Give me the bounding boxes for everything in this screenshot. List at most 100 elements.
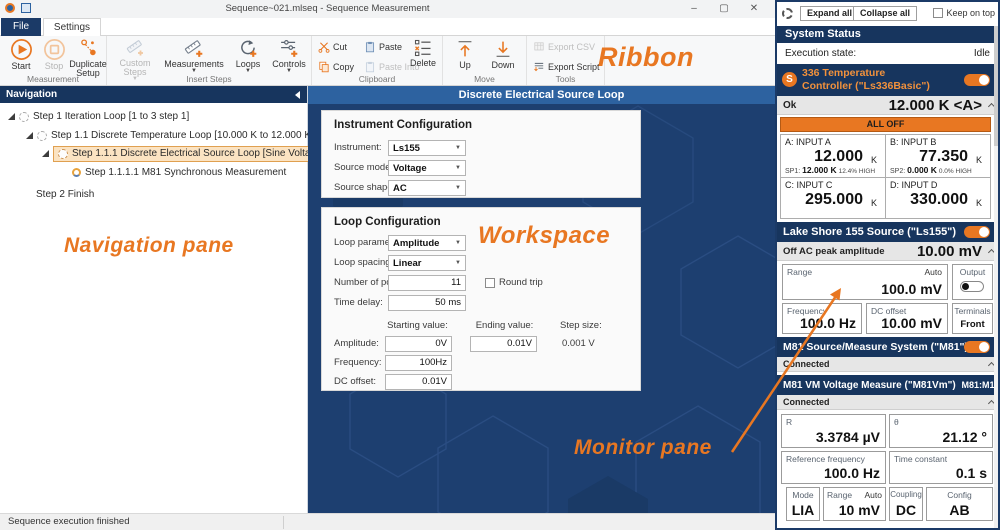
measurements-button[interactable]: Measurements ▼: [165, 38, 223, 74]
frequency-start-input[interactable]: 100Hz: [385, 355, 452, 371]
ribbon-group-move: Up Down Move: [443, 36, 527, 85]
stop-button[interactable]: Stop: [40, 38, 68, 71]
ls336-toggle[interactable]: [964, 74, 990, 86]
tree-item-step1[interactable]: Step 1 Iteration Loop [1 to 3 step 1]: [8, 109, 189, 124]
m81vm-section-header[interactable]: M81 VM Voltage Measure ("M81Vm") M81:M1: [777, 375, 998, 395]
amplitude-start-input[interactable]: 0V: [385, 336, 452, 352]
status-separator: [283, 516, 284, 529]
up-button[interactable]: Up: [451, 38, 479, 70]
ls336-section-header[interactable]: S 336 Temperature Controller ("Ls336Basi…: [777, 64, 998, 96]
group-label-insert-steps: Insert Steps: [107, 74, 311, 84]
ribbon-group-insert-steps: Custom Steps ▼ Measurements ▼ Loops ▼ Co…: [107, 36, 312, 85]
expander-icon[interactable]: [42, 150, 49, 157]
loop-step-icon: [58, 149, 68, 159]
measurements-icon: [183, 38, 205, 59]
source-mode-dropdown[interactable]: Voltage▼: [388, 160, 466, 176]
instrument-label: Instrument:: [334, 140, 382, 155]
gear-icon[interactable]: [782, 8, 793, 19]
annotation-workspace: Workspace: [478, 222, 610, 250]
step-size-header: Step size:: [560, 320, 620, 331]
monitor-pane: Expand all Collapse all Keep on top Syst…: [775, 0, 1000, 530]
m81-status-bar[interactable]: Connected: [777, 357, 998, 372]
annotation-navigation-pane: Navigation pane: [64, 234, 234, 258]
output-toggle[interactable]: [960, 281, 984, 292]
copy-icon: [318, 61, 330, 73]
tree-item-step1-1-1-1[interactable]: Step 1.1.1.1 M81 Synchronous Measurement: [72, 165, 286, 180]
controls-icon: [278, 38, 300, 59]
keep-on-top-checkbox[interactable]: [933, 8, 943, 18]
annotation-ribbon: Ribbon: [598, 42, 694, 73]
close-button[interactable]: ✕: [741, 0, 767, 18]
execution-state-value: Idle: [974, 48, 990, 59]
amplitude-end-input[interactable]: 0.01V: [470, 336, 537, 352]
expander-icon[interactable]: [26, 132, 33, 139]
start-icon: [10, 38, 33, 61]
ls155-status: Off AC peak amplitude: [783, 246, 885, 257]
instrument-dropdown[interactable]: Ls155▼: [388, 140, 466, 156]
controls-button[interactable]: Controls ▼: [269, 38, 309, 74]
scrollbar-thumb[interactable]: [994, 26, 998, 146]
ls155-reading: 10.00 mV: [917, 243, 982, 260]
title-bar: Sequence~021.mlseq - Sequence Measuremen…: [0, 0, 775, 18]
collapse-pane-icon[interactable]: [295, 91, 300, 99]
ls336-reading: 12.000 K <A>: [889, 97, 982, 114]
dc-offset-start-input[interactable]: 0.01V: [385, 374, 452, 390]
frequency-label: Frequency:: [334, 355, 382, 370]
round-trip-field: Round trip: [485, 275, 543, 290]
chevron-down-icon: ▼: [455, 240, 461, 246]
ls155-toggle[interactable]: [964, 226, 990, 238]
m81-section-header[interactable]: M81 Source/Measure System ("M81"): [777, 337, 998, 357]
ls336-status-bar[interactable]: Ok 12.000 K <A>: [777, 96, 998, 115]
up-icon: [454, 38, 476, 60]
paste-button[interactable]: Paste: [364, 40, 402, 54]
monitor-scrollbar[interactable]: [994, 26, 998, 528]
expand-all-button[interactable]: Expand all: [800, 6, 859, 21]
ribbon-group-clipboard: Cut Copy Paste Paste Into Delete Clipboa…: [312, 36, 443, 85]
export-script-button[interactable]: Export Script: [533, 60, 600, 74]
copy-button[interactable]: Copy: [318, 60, 354, 74]
status-bar: Sequence execution finished: [0, 513, 775, 530]
start-button[interactable]: Start: [6, 38, 36, 71]
ribbon-tab-row: File Settings: [0, 18, 775, 36]
duplicate-setup-button[interactable]: Duplicate Setup: [70, 38, 106, 78]
tab-file[interactable]: File: [1, 18, 41, 36]
all-off-button[interactable]: ALL OFF: [780, 117, 991, 132]
export-csv-icon: [533, 41, 545, 53]
output-box: Output: [952, 264, 993, 300]
time-delay-input[interactable]: 50 ms: [388, 295, 466, 311]
range-auto-label: Auto: [865, 490, 883, 500]
time-constant-box: Time constant 0.1 s: [889, 451, 993, 484]
tree-item-step2[interactable]: Step 2 Finish: [36, 187, 94, 202]
loop-parameter-dropdown[interactable]: Amplitude▼: [388, 235, 466, 251]
loop-spacing-dropdown[interactable]: Linear▼: [388, 255, 466, 271]
maximize-button[interactable]: ▢: [711, 0, 737, 18]
source-shape-dropdown[interactable]: AC▼: [388, 180, 466, 196]
down-button[interactable]: Down: [487, 38, 519, 70]
ribbon-group-measurement: Start Stop Duplicate Setup Measurement: [0, 36, 107, 85]
m81-toggle[interactable]: [964, 341, 990, 353]
tab-settings[interactable]: Settings: [43, 18, 101, 36]
cut-button[interactable]: Cut: [318, 40, 347, 54]
expander-icon[interactable]: [8, 113, 15, 120]
delete-button[interactable]: Delete: [408, 38, 438, 68]
collapse-all-button[interactable]: Collapse all: [853, 6, 917, 21]
annotation-monitor-pane: Monitor pane: [574, 436, 712, 460]
number-of-points-input[interactable]: 11: [388, 275, 466, 291]
window-title: Sequence~021.mlseq - Sequence Measuremen…: [0, 3, 655, 14]
m81vm-module-badge: M81:M1: [961, 380, 994, 390]
round-trip-checkbox[interactable]: [485, 278, 495, 288]
export-csv-button[interactable]: Export CSV: [533, 40, 595, 54]
ls155-section-header[interactable]: Lake Shore 155 Source ("Ls155"): [777, 222, 998, 242]
loops-icon: [237, 38, 259, 59]
ls155-status-bar[interactable]: Off AC peak amplitude 10.00 mV: [777, 242, 998, 261]
range-box: Range Auto 100.0 mV: [782, 264, 948, 300]
group-label-measurement: Measurement: [0, 74, 106, 84]
paste-into-icon: [364, 61, 376, 73]
lakeshore-logo-icon: S: [782, 72, 797, 87]
stop-icon: [43, 38, 66, 61]
ending-value-header: Ending value:: [467, 320, 542, 331]
minimize-button[interactable]: –: [681, 0, 707, 18]
loops-button[interactable]: Loops ▼: [231, 38, 265, 74]
m81vm-status-bar[interactable]: Connected: [777, 395, 998, 410]
system-status-header: System Status: [777, 26, 998, 43]
